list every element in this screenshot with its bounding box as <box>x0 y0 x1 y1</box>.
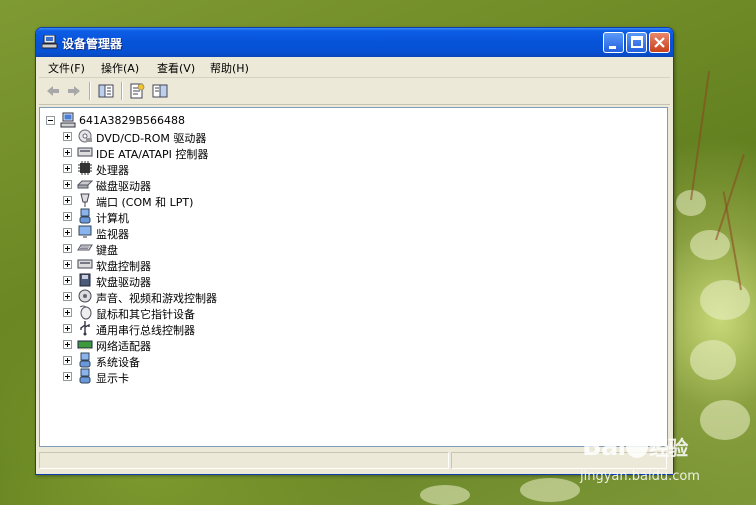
tree-item-label: IDE ATA/ATAPI 控制器 <box>96 148 209 161</box>
watermark-brand: Bai <box>582 432 626 462</box>
expand-toggle[interactable] <box>63 132 72 141</box>
title-bar[interactable]: 设备管理器 <box>36 28 673 57</box>
keyboard-icon <box>77 244 93 251</box>
expand-toggle[interactable] <box>63 372 72 381</box>
paw-icon <box>626 436 649 458</box>
menu-help[interactable]: 帮助(H) <box>210 60 249 76</box>
maximize-button[interactable] <box>626 32 647 53</box>
floppy-drive-icon <box>79 273 91 287</box>
network-adapter-icon <box>77 340 93 350</box>
expand-toggle[interactable] <box>63 308 72 317</box>
menu-file[interactable]: 文件(F) <box>48 60 85 76</box>
minimize-icon <box>609 46 616 49</box>
expand-toggle[interactable] <box>63 148 72 157</box>
sound-icon <box>78 289 92 303</box>
menu-bar: 文件(F) 操作(A) 查看(V) 帮助(H) <box>39 57 670 78</box>
window-title: 设备管理器 <box>62 37 123 51</box>
disk-drive-icon <box>77 180 93 189</box>
tree-item-label: 声音、视频和游戏控制器 <box>96 292 217 305</box>
tree-item-label: 端口 (COM 和 LPT) <box>96 196 194 209</box>
expand-toggle[interactable] <box>63 212 72 221</box>
expand-toggle[interactable] <box>63 244 72 253</box>
tree-item-label: 软盘驱动器 <box>96 276 151 289</box>
expand-toggle[interactable] <box>63 324 72 333</box>
help-pane-icon[interactable] <box>151 82 169 100</box>
toolbar-separator <box>121 82 123 100</box>
tree-item-label: 鼠标和其它指针设备 <box>96 308 195 321</box>
tree-item-label: DVD/CD-ROM 驱动器 <box>96 132 207 145</box>
toolbar <box>39 78 670 105</box>
back-arrow-icon[interactable] <box>44 82 62 100</box>
usb-icon <box>80 321 90 336</box>
expand-toggle[interactable] <box>63 260 72 269</box>
expand-toggle[interactable] <box>63 340 72 349</box>
processor-icon <box>78 161 92 175</box>
collapse-toggle[interactable] <box>46 116 55 125</box>
device-manager-icon <box>42 35 58 49</box>
cdrom-icon <box>78 129 92 143</box>
tree-item-label: 网络适配器 <box>96 340 151 353</box>
computer-icon <box>60 112 76 128</box>
computer-icon <box>79 208 91 224</box>
tree-item-label: 处理器 <box>96 164 129 177</box>
properties-icon[interactable] <box>128 82 146 100</box>
display-adapter-icon <box>79 368 91 384</box>
forward-arrow-icon[interactable] <box>65 82 83 100</box>
expand-toggle[interactable] <box>63 164 72 173</box>
expand-toggle[interactable] <box>63 356 72 365</box>
maximize-icon <box>631 36 643 48</box>
tree-item-label: 通用串行总线控制器 <box>96 324 195 337</box>
monitor-icon <box>78 225 92 238</box>
close-icon <box>654 37 665 48</box>
floppy-controller-icon <box>77 259 93 269</box>
tree-item-label: 计算机 <box>96 212 129 225</box>
tree-item-label: 键盘 <box>96 244 118 257</box>
device-manager-window: 设备管理器 文件(F) 操作(A) 查看(V) 帮助(H) 641A3829B5… <box>35 27 674 475</box>
status-pane-main <box>39 452 449 469</box>
close-button[interactable] <box>649 32 670 53</box>
port-icon <box>80 193 90 207</box>
minimize-button[interactable] <box>603 32 624 53</box>
expand-toggle[interactable] <box>63 196 72 205</box>
tree-item-label: 软盘控制器 <box>96 260 151 273</box>
menu-view[interactable]: 查看(V) <box>157 60 195 76</box>
tree-item-label: 监视器 <box>96 228 129 241</box>
expand-toggle[interactable] <box>63 292 72 301</box>
tree-item-label: 磁盘驱动器 <box>96 180 151 193</box>
mouse-icon <box>79 305 92 320</box>
tree-item-label: 系统设备 <box>96 356 140 369</box>
expand-toggle[interactable] <box>63 180 72 189</box>
expand-toggle[interactable] <box>63 276 72 285</box>
menu-action[interactable]: 操作(A) <box>101 60 139 76</box>
root-label: 641A3829B566488 <box>79 114 186 127</box>
expand-toggle[interactable] <box>63 228 72 237</box>
watermark-url: jingyan.baidu.com <box>580 469 700 484</box>
toolbar-separator <box>89 82 91 100</box>
baidu-watermark: Bai 经验 <box>582 432 688 462</box>
tree-item-label: 显示卡 <box>96 372 129 385</box>
ide-controller-icon <box>77 147 93 157</box>
device-tree[interactable]: 641A3829B566488 DVD/CD-ROM 驱动器 IDE ATA/AT… <box>39 107 668 447</box>
status-bar <box>39 451 670 471</box>
show-hide-tree-icon[interactable] <box>97 82 115 100</box>
watermark-brand-tail: 经验 <box>649 436 688 460</box>
system-device-icon <box>79 352 91 368</box>
